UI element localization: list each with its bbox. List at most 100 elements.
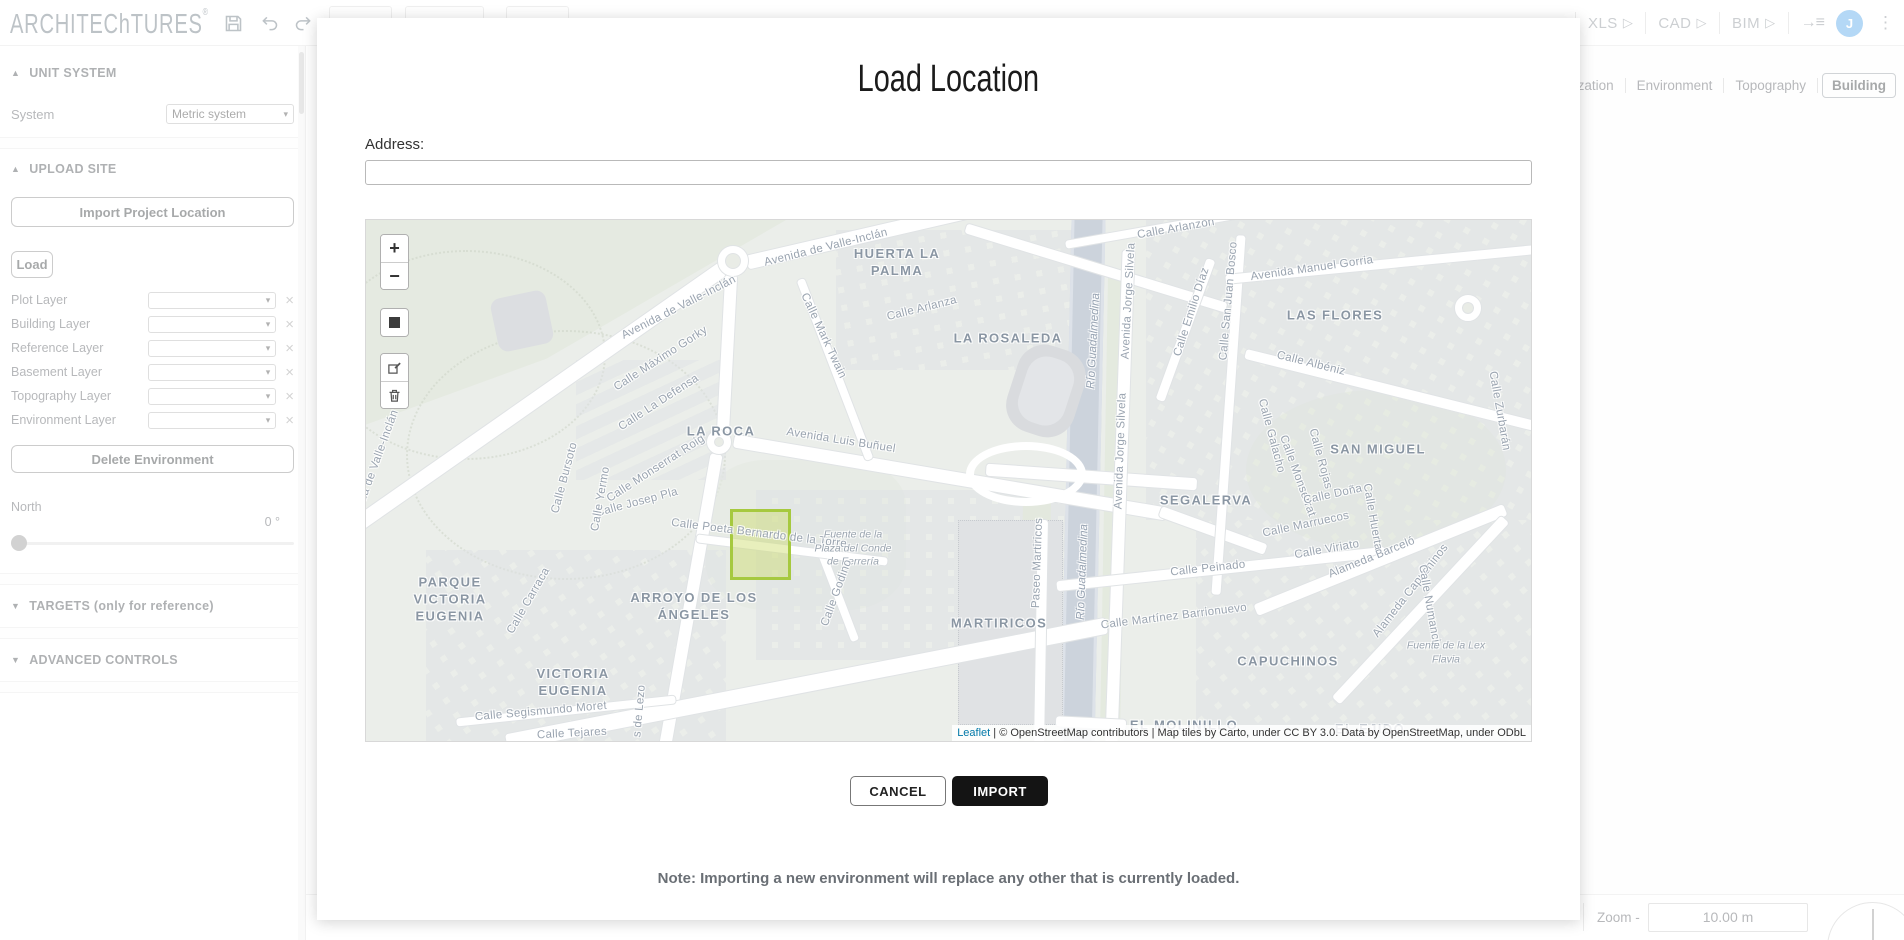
map-label: Avenida Luis Buñuel [785,425,896,457]
martiricos-complex [958,520,1063,725]
road [1158,506,1267,555]
road-peinado [1056,547,1385,591]
edit-control [380,353,409,409]
map-label: SAN MIGUEL [1330,442,1426,459]
map-label: Calle Albéniz [1275,348,1347,380]
selection-rectangle[interactable] [730,509,791,580]
map-label: Calle Josep Pla [594,485,679,521]
map-label: Calle Numancia [1414,564,1444,651]
map-label: Calle Bursoto [548,441,581,515]
map-label: CAPUCHINOS [1237,654,1338,671]
edit-layers-button[interactable] [381,354,408,381]
trash-icon [387,388,402,403]
city-blocks [576,360,726,480]
cancel-button[interactable]: CANCEL [850,776,946,806]
map-label: Calle Galacho [1254,397,1288,474]
road-paseo-martiricos [1034,520,1048,742]
road-albeniz [1244,349,1532,431]
map-label: Calle San Juan Bosco [1216,241,1241,361]
map-label: Calle Yermo [588,466,614,533]
map-label: LA ROCA [687,424,756,441]
road [505,618,1108,742]
map-label: Alameda Barceló [1327,534,1418,582]
map-label: HUERTA LA PALMA [854,246,940,280]
road-luis-bunuel [733,435,1167,521]
road-poeta-bernardo [696,534,888,565]
rectangle-icon [389,317,400,328]
delete-layers-button[interactable] [381,381,408,408]
map-label: Calle Carraca [504,565,554,637]
road-barcelo [1254,504,1508,616]
map-zoom-control: + − [380,234,409,290]
map-label: LAS FLORES [1287,308,1383,325]
road [717,275,737,435]
park-area [706,460,906,610]
map-label: Calle Emilio Díaz [1171,266,1214,359]
map-label: Calle Monserrat Roig [604,432,708,507]
map-label: EL MOLINILLO [1130,718,1238,735]
map-label: Calle Arlanzón [1136,219,1216,243]
road-bridge [986,464,1197,491]
park-area [366,220,786,550]
map-label: Calle Godino [818,558,856,629]
road [1211,235,1245,595]
draw-rectangle-button[interactable] [381,309,408,336]
stadium-la-rosaleda [999,337,1093,444]
road [1156,258,1216,402]
road [365,255,738,554]
map-label: Calle Martínez Barrionuevo [1100,601,1248,634]
map-label: Fuente de la Plaza del Conde de Ferrería [814,529,891,570]
river-guadalmedina [1060,219,1105,742]
map-label: PARQUE VICTORIA EUGENIA [413,575,486,626]
leaflet-link[interactable]: Leaflet [957,727,990,739]
interchange-ring [966,442,1086,506]
map-label: ARROYO DE LOS ÁNGELES [630,590,757,624]
address-label: Address: [365,136,424,153]
import-button[interactable]: IMPORT [952,776,1048,806]
road [817,549,859,642]
map-label: Calle La Defensa [616,371,702,434]
load-location-dialog: Load Location Address: [317,18,1580,920]
edit-icon [387,360,402,375]
city-blocks [1196,520,1532,742]
riverbank [1100,270,1128,742]
map-canvas[interactable]: + − Leaflet | © OpenStreetMap contributo… [365,219,1532,742]
map-label: Avenida de Valle-Inclán [365,408,403,532]
roundabout [718,246,748,276]
city-blocks [1146,220,1532,520]
map-label: Calle Mark Twain [797,291,850,381]
map-label: Avenida Jorge Silvela [1118,242,1139,359]
riverbank [1019,490,1051,742]
dialog-note: Note: Importing a new environment will r… [317,870,1580,887]
map-label: Calle Marruecos [1261,509,1350,542]
attribution-text: | © OpenStreetMap contributors | Map til… [990,727,1526,739]
map-label: Avenida de Valle-Inclán [763,225,890,270]
map-label: Calle Rojas [1305,427,1336,491]
map-label: Calle Zurbarán [1485,370,1514,452]
draw-rectangle-control [380,308,409,337]
map-label: Calle Peinado [1170,558,1247,581]
map-label: s de Lezo [630,684,649,738]
map-label: Avenida de Valle-Inclán [619,273,739,344]
address-input[interactable] [365,160,1532,185]
sports-complex [489,289,555,353]
road [456,696,676,727]
road [1065,219,1292,249]
map-label: Río Guadalmedina [1074,524,1092,620]
map-label: Calle Segismundo Moret [474,699,607,725]
map-label: LA ROSALEDA [954,331,1063,348]
map-label: EL EJIDO [1335,722,1405,739]
road [659,453,722,742]
road-manuel-gorria [1225,245,1532,284]
roundabout-la-roca [707,430,731,454]
zoom-in-button[interactable]: + [381,235,408,262]
map-label: Fuente de la Lex Flavia [1407,639,1485,666]
map-label: Calle Viriato [1293,537,1360,563]
map-label: Paseo Martiricos [1029,518,1047,609]
road [964,223,1227,312]
map-label: Avenida Jorge Silvela [1111,392,1130,509]
zoom-out-button[interactable]: − [381,262,408,289]
map-label: Calle Huerta [1359,482,1385,551]
map-label: Calle Monserrat [1275,433,1318,519]
road-jorge-silvela [1105,250,1134,742]
